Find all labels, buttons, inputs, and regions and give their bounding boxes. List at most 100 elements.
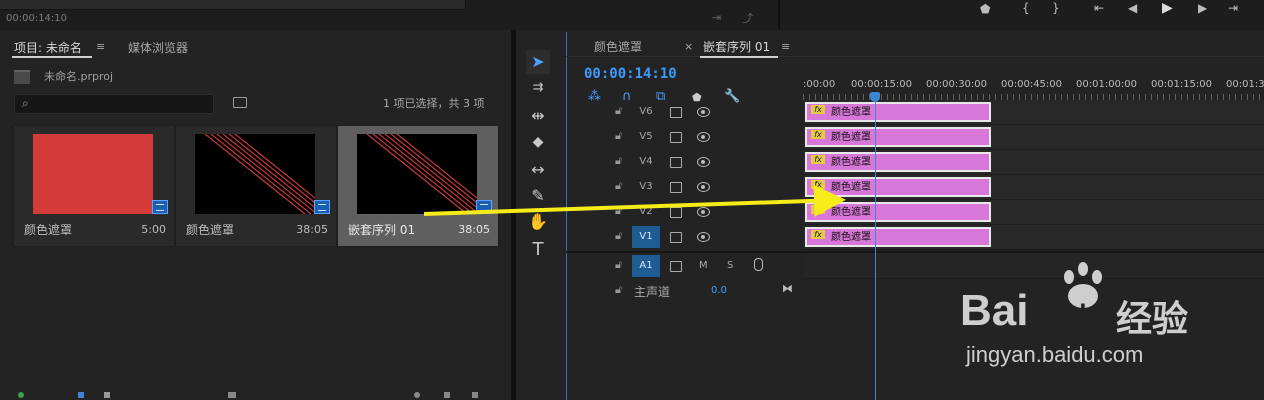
icon-view-icon[interactable]: [104, 392, 110, 398]
slip-tool-icon[interactable]: ↔: [526, 158, 550, 182]
track-target-a1[interactable]: A1: [632, 255, 660, 277]
mark-in-icon[interactable]: {: [1022, 1, 1030, 15]
mark-out-icon[interactable]: }: [1052, 1, 1060, 15]
media-item-name: 颜色遮罩: [24, 223, 73, 237]
track-name[interactable]: V4: [632, 151, 660, 173]
eye-icon[interactable]: [697, 107, 710, 117]
step-forward-icon[interactable]: ▶: [1198, 1, 1207, 15]
search-input[interactable]: [14, 94, 214, 114]
timeline-clip[interactable]: fx 颜色遮罩: [805, 202, 991, 222]
timeline-menu-icon[interactable]: ≡: [781, 40, 790, 53]
ruler-label: 00:01:00:00: [1076, 79, 1138, 90]
eye-icon[interactable]: [697, 132, 710, 142]
track-lane[interactable]: fx 颜色遮罩: [803, 150, 1264, 175]
close-tab-icon[interactable]: ×: [684, 40, 693, 53]
track-header: 🔓︎ A1 M S: [566, 254, 802, 278]
video-track-v5: 🔓︎ V5 fx 颜色遮罩: [566, 125, 1264, 150]
step-back-icon[interactable]: ◀: [1128, 1, 1137, 15]
track-target-v1[interactable]: V1: [632, 226, 660, 248]
insert-icon[interactable]: ⤴: [742, 10, 753, 26]
timeline-clip[interactable]: fx 颜色遮罩: [805, 102, 991, 122]
tab-media-browser[interactable]: 媒体浏览器: [128, 39, 188, 56]
track-lane[interactable]: fx 颜色遮罩: [803, 225, 1264, 250]
monitor-divider-strip: [510, 0, 780, 30]
sync-lock-icon[interactable]: [670, 182, 682, 193]
ruler-label: 00:00:30:00: [926, 79, 988, 90]
zoom-slider-icon[interactable]: [228, 392, 236, 398]
project-menu-icon[interactable]: ≡: [96, 40, 105, 53]
timeline-clip[interactable]: fx 颜色遮罩: [805, 127, 991, 147]
type-tool-icon[interactable]: T: [526, 238, 550, 262]
folder-icon: [14, 70, 30, 84]
lock-icon[interactable]: 🔓︎: [615, 154, 622, 168]
sync-lock-icon[interactable]: [670, 132, 682, 143]
timeline-clip[interactable]: fx 颜色遮罩: [805, 227, 991, 247]
razor-tool-icon[interactable]: ◆: [526, 130, 550, 154]
fx-badge: fx: [811, 155, 825, 164]
track-name[interactable]: V5: [632, 126, 660, 148]
timeline-clip[interactable]: fx 颜色遮罩: [805, 152, 991, 172]
lock-icon[interactable]: 🔓︎: [615, 258, 622, 272]
microphone-icon[interactable]: [754, 258, 763, 271]
solo-button[interactable]: S: [727, 260, 733, 271]
lock-icon[interactable]: 🔓︎: [615, 179, 622, 193]
find-icon[interactable]: [414, 392, 420, 398]
eye-icon[interactable]: [697, 207, 710, 217]
track-lane[interactable]: fx 颜色遮罩: [803, 200, 1264, 225]
sync-lock-icon[interactable]: [670, 261, 682, 272]
tab-nested-sequence[interactable]: 嵌套序列 01: [703, 38, 770, 55]
track-select-tool-icon[interactable]: ⇉: [526, 76, 550, 100]
lock-icon[interactable]: 🔓︎: [615, 204, 622, 218]
active-tab-indicator: [12, 56, 92, 58]
selection-tool-icon[interactable]: ➤: [526, 50, 550, 74]
timeline-clip[interactable]: fx 颜色遮罩: [805, 177, 991, 197]
media-item[interactable]: 颜色遮罩 5:00: [14, 126, 174, 246]
add-marker-icon[interactable]: ⬟: [980, 2, 990, 16]
hand-tool-icon[interactable]: ✋: [526, 210, 550, 234]
ripple-edit-tool-icon[interactable]: ⇹: [526, 104, 550, 128]
new-search-bin-icon[interactable]: [233, 97, 247, 108]
lock-icon[interactable]: 🔓︎: [615, 104, 622, 118]
eye-icon[interactable]: [697, 182, 710, 192]
trash-icon[interactable]: [472, 392, 478, 398]
master-volume[interactable]: 0.0: [711, 285, 727, 296]
playhead-handle[interactable]: [870, 92, 880, 102]
track-name[interactable]: V6: [632, 101, 660, 123]
pen-tool-icon[interactable]: ✎: [526, 184, 550, 208]
media-item[interactable]: 颜色遮罩 38:05: [176, 126, 336, 246]
track-name[interactable]: V3: [632, 176, 660, 198]
track-lane[interactable]: fx 颜色遮罩: [803, 175, 1264, 200]
lock-icon[interactable]: 🔓︎: [615, 283, 622, 297]
export-frame-icon[interactable]: ⇥: [712, 11, 721, 24]
track-lane[interactable]: fx 颜色遮罩: [803, 125, 1264, 150]
tab-project[interactable]: 项目: 未命名: [14, 39, 82, 56]
sync-lock-icon[interactable]: [670, 157, 682, 168]
tab-color-matte[interactable]: 颜色遮罩: [594, 38, 642, 55]
tab-divider: [566, 56, 1264, 57]
go-to-out-icon[interactable]: ⇥: [1228, 1, 1238, 15]
eye-icon[interactable]: [697, 157, 710, 167]
sync-lock-icon[interactable]: [670, 207, 682, 218]
eye-icon[interactable]: [697, 232, 710, 242]
track-header: 🔓︎ V5: [566, 125, 802, 149]
playhead-timecode[interactable]: 00:00:14:10: [584, 66, 677, 82]
video-track-v6: 🔓︎ V6 fx 颜色遮罩: [566, 100, 1264, 125]
sync-lock-icon[interactable]: [670, 107, 682, 118]
track-name[interactable]: V2: [632, 201, 660, 223]
lock-icon[interactable]: 🔓︎: [615, 229, 622, 243]
fx-badge: fx: [811, 180, 825, 189]
baidu-jingyan-watermark: Bai du 经验 jingyan.baidu.com: [960, 262, 1260, 382]
go-to-in-icon[interactable]: ⇤: [1094, 1, 1104, 15]
go-to-end-icon[interactable]: ⧓: [782, 282, 793, 295]
track-lane[interactable]: fx 颜色遮罩: [803, 100, 1264, 125]
new-bin-icon[interactable]: [444, 392, 450, 398]
lock-status-icon[interactable]: [18, 392, 24, 398]
play-icon[interactable]: ▶: [1162, 0, 1173, 16]
mute-button[interactable]: M: [699, 260, 708, 271]
list-view-icon[interactable]: [78, 392, 84, 398]
sync-lock-icon[interactable]: [670, 232, 682, 243]
media-item-selected[interactable]: 嵌套序列 01 38:05: [338, 126, 498, 246]
clip-label: 颜色遮罩: [831, 157, 871, 168]
media-item-duration: 38:05: [296, 223, 328, 236]
lock-icon[interactable]: 🔓︎: [615, 129, 622, 143]
